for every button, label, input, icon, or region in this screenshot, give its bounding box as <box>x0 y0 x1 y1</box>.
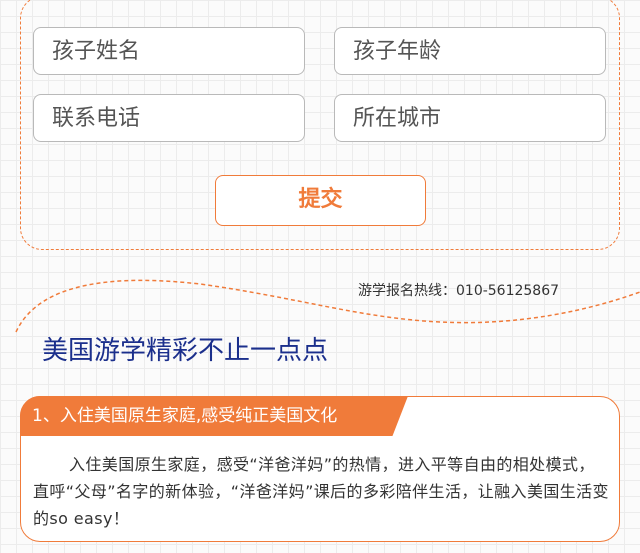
child-name-input[interactable] <box>33 27 305 75</box>
phone-input[interactable] <box>33 94 305 142</box>
section-title: 美国游学精彩不止一点点 <box>42 336 329 366</box>
city-input[interactable] <box>334 94 606 142</box>
child-age-input[interactable] <box>334 27 606 75</box>
submit-button[interactable]: 提交 <box>215 175 426 226</box>
feature-description: 入住美国原生家庭，感受“洋爸洋妈”的热情，进入平等自由的相处模式，直呼“父母”名… <box>33 455 609 528</box>
feature-tag: 1、入住美国原生家庭,感受纯正美国文化 <box>20 396 408 436</box>
hotline-text: 游学报名热线：010-56125867 <box>358 283 560 299</box>
